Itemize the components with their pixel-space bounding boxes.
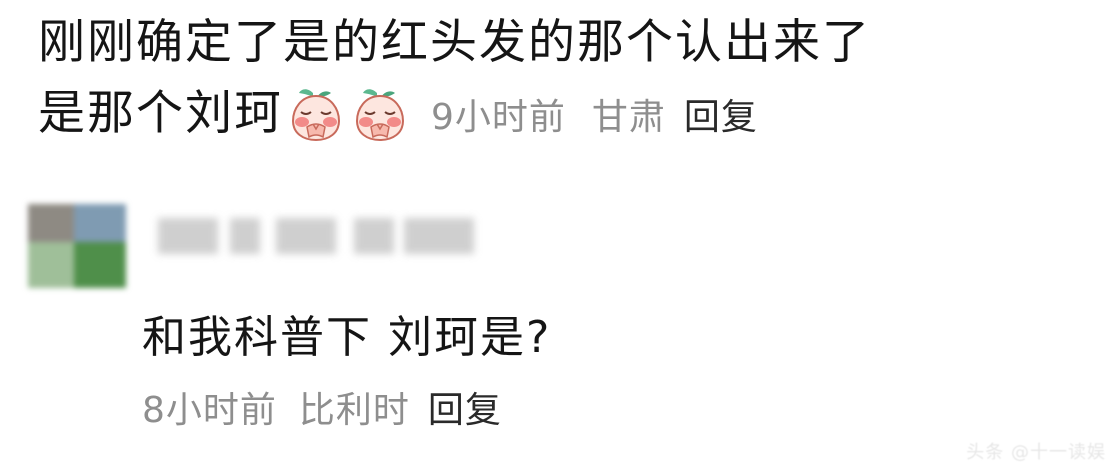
crying-peach-emoji-icon — [291, 89, 341, 142]
crying-peach-emoji-icon — [355, 89, 405, 142]
reply-text: 和我科普下 刘珂是? — [142, 312, 552, 363]
avatar[interactable] — [28, 204, 132, 288]
comment-line-2: 是那个刘珂 9小时前 甘肃 回复 — [38, 84, 1098, 144]
comment-text-line-1: 刚刚确定了是的红头发的那个认出来了 — [38, 15, 871, 70]
watermark: 头条 @十一读娱 — [966, 442, 1106, 463]
reply-reply-button[interactable]: 回复 — [428, 381, 502, 433]
reply-meta: 8小时前 比利时 回复 — [142, 380, 1042, 434]
comment-reply-button[interactable]: 回复 — [684, 88, 758, 140]
reply-timestamp: 8小时前 — [142, 390, 277, 431]
reply-item: 和我科普下 刘珂是? 8小时前 比利时 回复 — [142, 310, 1042, 434]
comment-location: 甘肃 — [591, 97, 666, 138]
username-blurred[interactable] — [158, 214, 478, 258]
comment-timestamp: 9小时前 — [431, 97, 566, 138]
comment-item: 刚刚确定了是的红头发的那个认出来了 是那个刘珂 9小时前 甘肃 回复 — [38, 14, 1098, 144]
comment-text-line-2: 是那个刘珂 — [38, 86, 283, 141]
reply-user-header — [28, 196, 488, 296]
reply-location: 比利时 — [298, 390, 410, 431]
